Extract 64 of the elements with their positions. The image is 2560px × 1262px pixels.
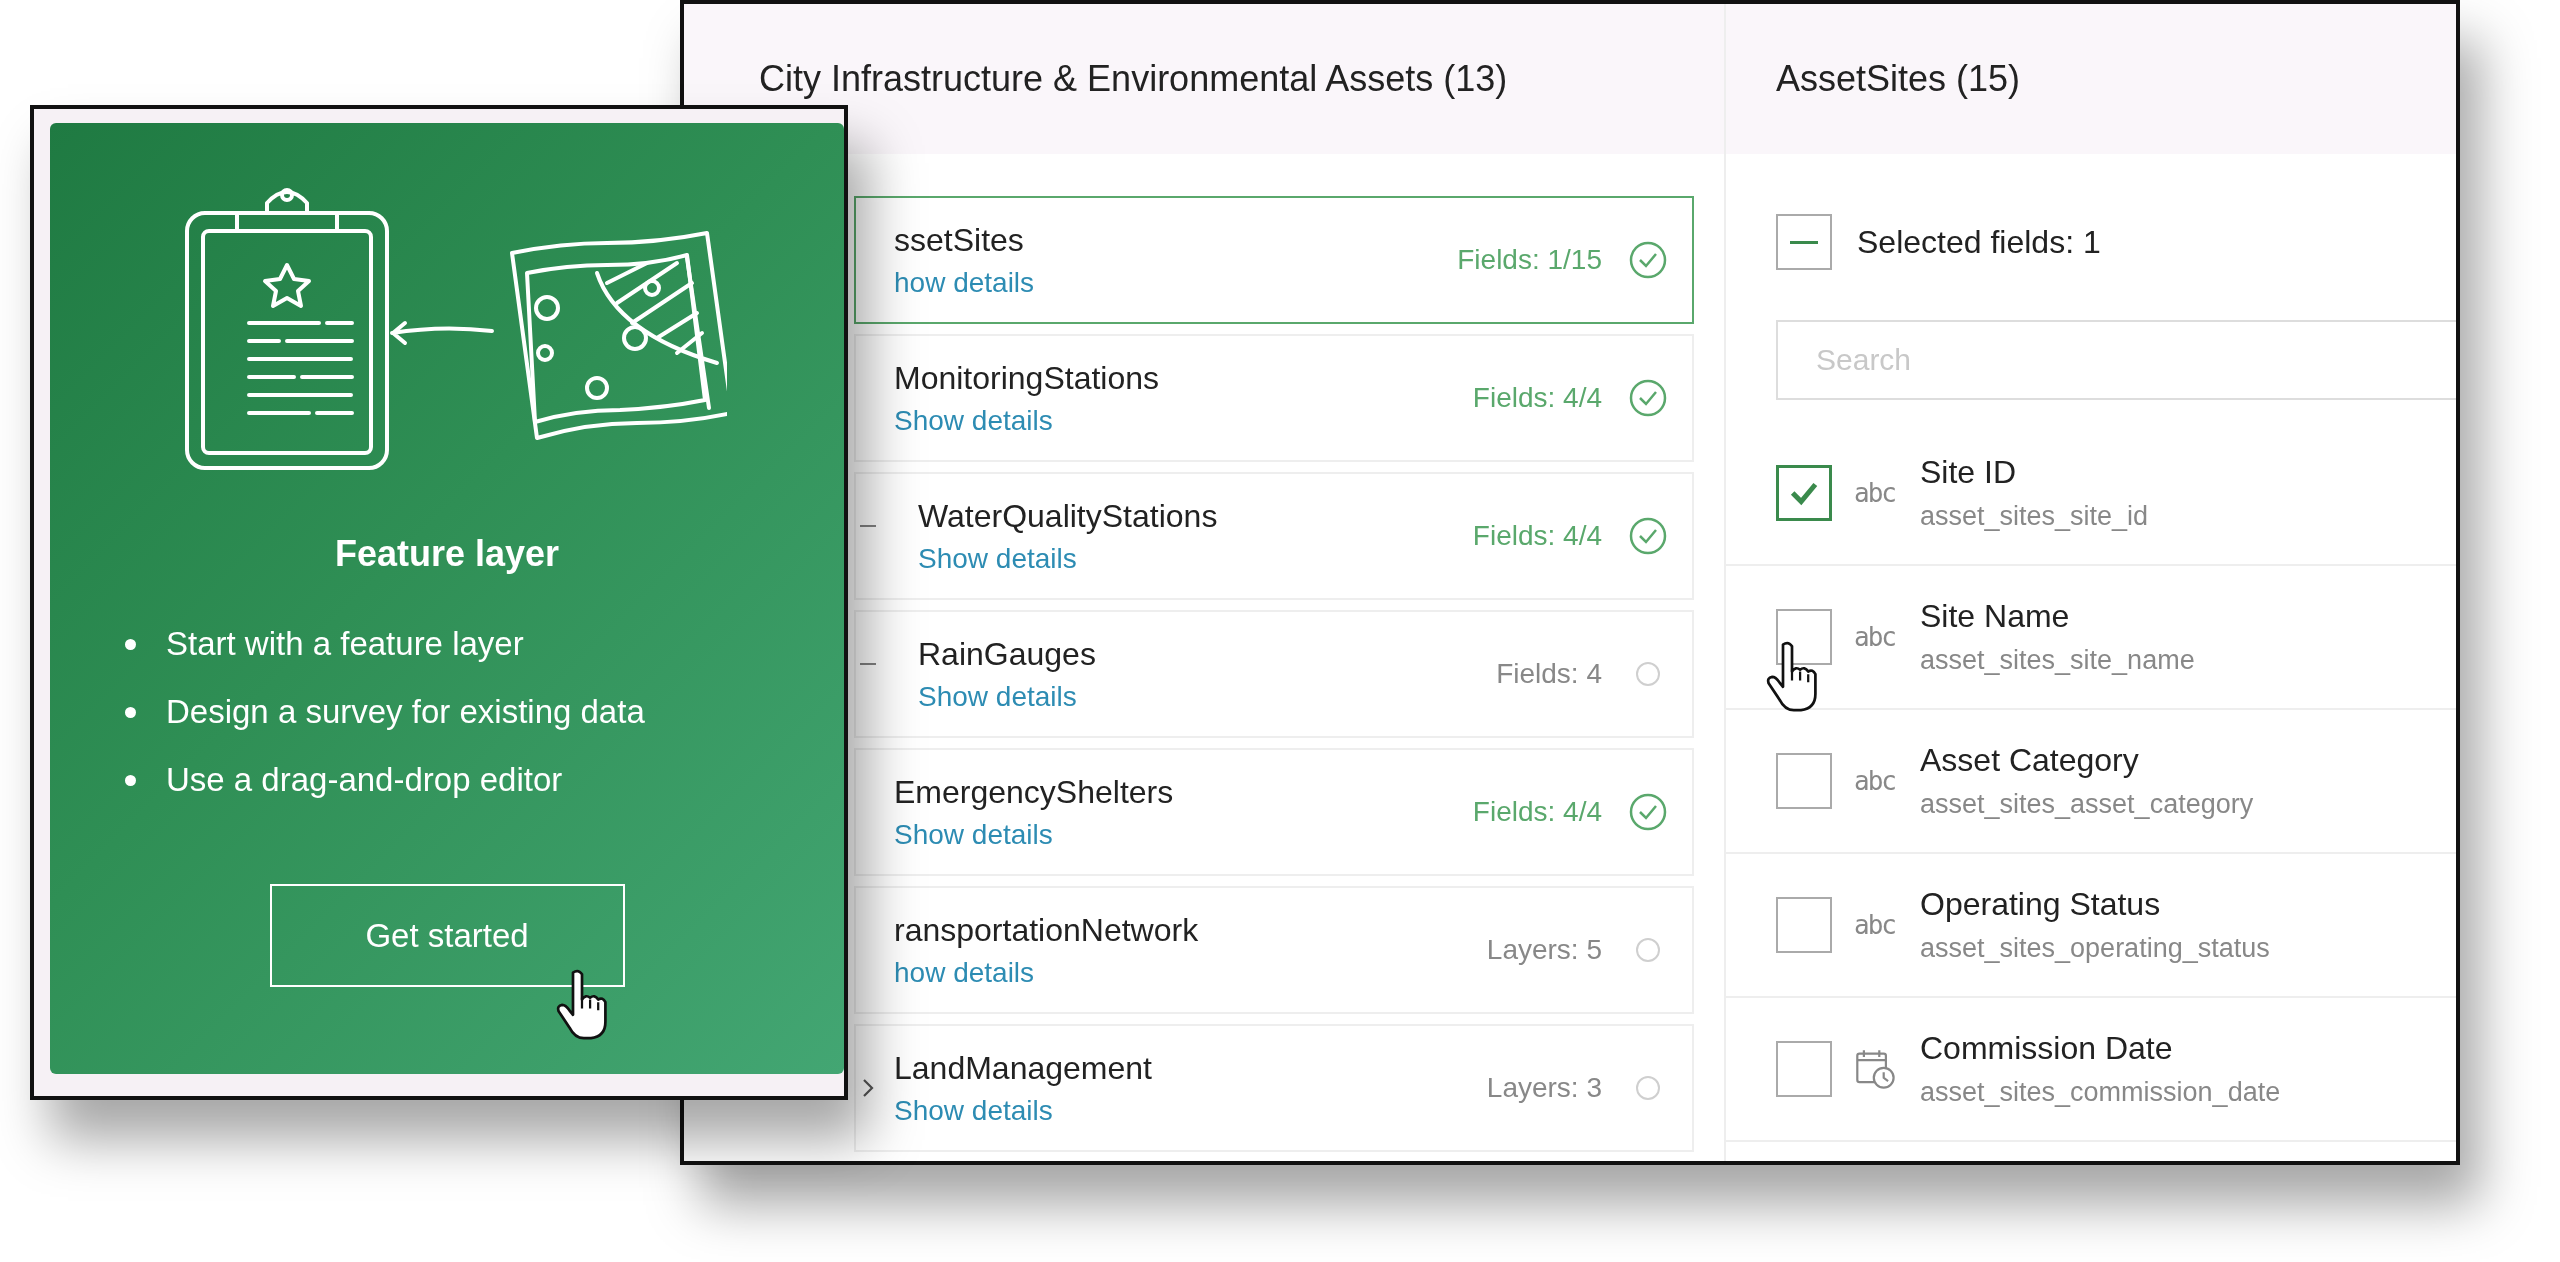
layer-name: EmergencyShelters [894,773,1175,811]
field-name: asset_sites_site_id [1920,501,2149,532]
layer-item[interactable]: ransportationNetwork how details Layers: 5 [854,886,1694,1014]
layer-item[interactable]: EmergencyShelters Show details Fields: 4/4 [854,748,1694,876]
field-checkbox[interactable] [1776,465,1832,521]
hand-cursor-icon [555,968,609,1040]
layer-name: ssetSites [894,221,1025,259]
field-checkbox[interactable] [1776,609,1832,665]
field-count: Fields: 4 [1496,658,1602,690]
layer-item[interactable]: RainGauges Show details Fields: 4 [854,610,1694,738]
field-checkbox[interactable] [1776,753,1832,809]
field-type-label: abc [1854,622,1896,652]
layer-name: ransportationNetwork [894,911,1200,949]
bullet-text: Design a survey for existing data [166,693,645,731]
tree-line [860,523,876,529]
bullet-icon [125,638,136,650]
bullet-icon [125,774,136,786]
field-count: Fields: 4/4 [1472,520,1602,552]
layer-item[interactable]: LandManagement Show details Layers: 3 [854,1024,1694,1152]
bullet-icon [125,706,136,718]
show-details-link[interactable]: Show details [918,542,1473,575]
field-label: Site ID [1920,454,2018,491]
field-name: asset_sites_site_name [1920,645,2195,676]
layer-item[interactable]: MonitoringStations Show details Fields: 4/4 [854,334,1694,462]
field-type-label: abc [1854,910,1896,940]
show-details-link[interactable]: Show details [894,404,1473,437]
layer-item[interactable]: ssetSites how details Fields: 1/15 [854,196,1694,324]
get-started-button[interactable]: Get started [269,884,625,987]
show-details-link[interactable]: Show details [894,1094,1487,1127]
layer-name: LandManagement [894,1049,1153,1087]
field-count: Fields: 4/4 [1472,796,1602,828]
panel-title: AssetSites (15) [1776,58,2021,100]
tree-line [860,661,876,667]
field-label: Commission Date [1920,1030,2174,1067]
layer-item[interactable]: WaterQualityStations Show details Fields: 4/4 [854,472,1694,600]
field-label: Operating Status [1920,886,2162,923]
bullet-text: Use a drag-and-drop editor [166,761,563,799]
show-details-link[interactable]: how details [894,956,1487,989]
field-count: Layers: 5 [1486,934,1602,966]
field-name: asset_sites_commission_date [1920,1077,2281,1108]
bullet-text: Start with a feature layer [166,625,524,663]
calendar-clock-icon [1854,1047,1898,1091]
show-details-link[interactable]: Show details [918,680,1497,713]
select-all-checkbox[interactable] [1776,214,1832,270]
layer-name: WaterQualityStations [918,497,1219,535]
show-details-link[interactable]: Show details [894,818,1473,851]
field-count: Layers: 3 [1486,1072,1602,1104]
panel-title: City Infrastructure & Environmental Assets (13) [759,58,1508,100]
card-title: Feature layer [334,533,560,575]
field-count: Fields: 1/15 [1457,244,1602,276]
field-type-label: abc [1854,478,1896,508]
field-checkbox[interactable] [1776,897,1832,953]
layer-name: MonitoringStations [894,359,1161,397]
field-name: asset_sites_operating_status [1920,933,2270,964]
field-type-label: abc [1854,766,1896,796]
field-label: Site Name [1920,598,2071,635]
layer-name: RainGauges [918,635,1097,673]
show-details-link[interactable]: how details [894,266,1458,299]
field-checkbox[interactable] [1776,1041,1832,1097]
field-name: asset_sites_asset_category [1920,789,2254,820]
field-label: Asset Category [1920,742,2140,779]
hand-cursor-icon [1765,640,1819,712]
field-count: Fields: 4/4 [1472,382,1602,414]
selected-count: Selected fields: 1 [1857,223,2101,261]
